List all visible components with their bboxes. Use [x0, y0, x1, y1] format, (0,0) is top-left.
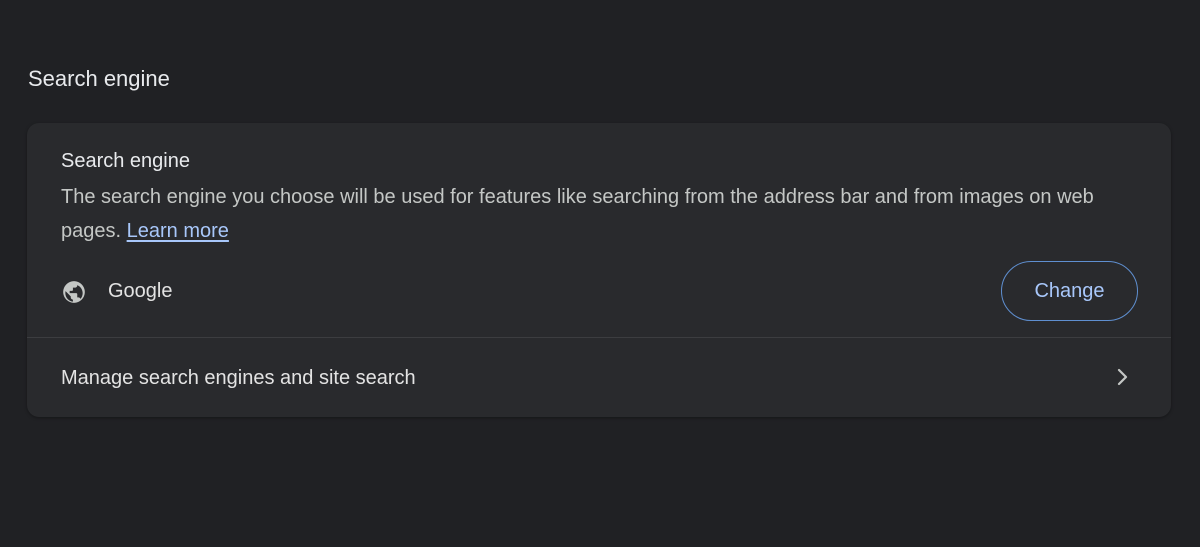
default-engine-row: Google Change — [27, 261, 1171, 321]
section-title: Search engine — [28, 66, 170, 91]
card-description: The search engine you choose will be use… — [61, 180, 1101, 248]
card-title: Search engine — [61, 150, 190, 172]
manage-search-engines-label: Manage search engines and site search — [61, 367, 416, 389]
search-engine-card: Search engine The search engine you choo… — [27, 123, 1171, 417]
chevron-right-icon — [1113, 366, 1133, 388]
globe-icon — [61, 279, 87, 305]
learn-more-link[interactable]: Learn more — [127, 220, 229, 242]
change-button[interactable]: Change — [1001, 261, 1138, 321]
settings-page: Search engine Search engine The search e… — [0, 0, 1200, 547]
engine-name: Google — [108, 280, 173, 302]
manage-search-engines-row[interactable]: Manage search engines and site search — [27, 338, 1171, 417]
card-header: Search engine The search engine you choo… — [27, 123, 1171, 248]
